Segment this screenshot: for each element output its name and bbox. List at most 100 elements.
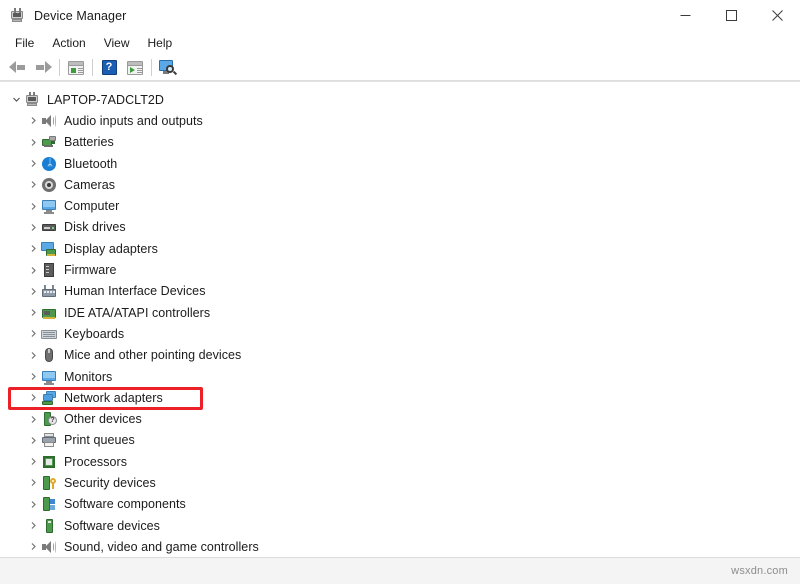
- tree-item-display-adapters[interactable]: Display adapters: [0, 238, 800, 259]
- chevron-right-icon[interactable]: [26, 372, 41, 381]
- chevron-right-icon[interactable]: [26, 329, 41, 338]
- help-button[interactable]: ?: [96, 56, 122, 79]
- tree-item-print-queues[interactable]: Print queues: [0, 430, 800, 451]
- scan-monitor-icon: [159, 60, 177, 76]
- properties-button[interactable]: [63, 56, 89, 79]
- speaker-icon: [41, 539, 57, 555]
- close-button[interactable]: [754, 0, 800, 31]
- tree-item-human-interface-devices[interactable]: Human Interface Devices: [0, 281, 800, 302]
- back-button[interactable]: [4, 56, 30, 79]
- toolbar-separator-1: [59, 59, 60, 76]
- computer-icon: [24, 92, 40, 108]
- tree-item-cameras[interactable]: Cameras: [0, 174, 800, 195]
- chevron-right-icon[interactable]: [26, 500, 41, 509]
- tree-item-batteries[interactable]: Batteries: [0, 132, 800, 153]
- maximize-button[interactable]: [708, 0, 754, 31]
- tree-item-monitors[interactable]: Monitors: [0, 366, 800, 387]
- network-adapter-icon: [41, 390, 57, 406]
- tree-item-firmware[interactable]: Firmware: [0, 259, 800, 280]
- back-arrow-icon: [9, 61, 26, 74]
- window-controls: [662, 0, 800, 31]
- tree-item-security-devices[interactable]: Security devices: [0, 472, 800, 493]
- chevron-right-icon[interactable]: [26, 180, 41, 189]
- chevron-down-icon[interactable]: [9, 95, 24, 104]
- toolbar-separator-2: [92, 59, 93, 76]
- tree-item-label: Audio inputs and outputs: [64, 114, 203, 128]
- tree-item-processors[interactable]: Processors: [0, 451, 800, 472]
- title-bar-left: Device Manager: [0, 0, 662, 31]
- device-manager-icon: [9, 8, 25, 24]
- help-icon: ?: [102, 60, 117, 75]
- forward-button[interactable]: [30, 56, 56, 79]
- tree-item-label: Bluetooth: [64, 157, 117, 171]
- tree-item-label: Sound, video and game controllers: [64, 540, 259, 554]
- menu-item-file[interactable]: File: [6, 33, 43, 54]
- tree-item-keyboards[interactable]: Keyboards: [0, 323, 800, 344]
- menu-item-action[interactable]: Action: [43, 33, 94, 54]
- tree-item-ide-ata-atapi-controllers[interactable]: IDE ATA/ATAPI controllers: [0, 302, 800, 323]
- chevron-right-icon[interactable]: [26, 308, 41, 317]
- tree-item-disk-drives[interactable]: Disk drives: [0, 217, 800, 238]
- tree-item-computer[interactable]: Computer: [0, 195, 800, 216]
- minimize-button[interactable]: [662, 0, 708, 31]
- tree-root-label: LAPTOP-7ADCLT2D: [47, 93, 164, 107]
- tree-item-label: Software devices: [64, 519, 160, 533]
- tree-item-bluetooth[interactable]: ᛦ Bluetooth: [0, 153, 800, 174]
- tree-item-label: Human Interface Devices: [64, 284, 206, 298]
- battery-icon: [41, 134, 57, 150]
- update-driver-icon: [127, 61, 143, 75]
- tree-item-label: Print queues: [64, 433, 135, 447]
- update-driver-button[interactable]: [122, 56, 148, 79]
- mouse-icon: [41, 347, 57, 363]
- toolbar: ?: [0, 55, 800, 81]
- chevron-right-icon[interactable]: [26, 223, 41, 232]
- tree-item-label: Cameras: [64, 178, 115, 192]
- chevron-right-icon[interactable]: [26, 287, 41, 296]
- tree-item-network-adapters[interactable]: Network adapters: [0, 387, 800, 408]
- chevron-right-icon[interactable]: [26, 159, 41, 168]
- tree-item-mice-and-other-pointing-devices[interactable]: Mice and other pointing devices: [0, 345, 800, 366]
- camera-icon: [41, 177, 57, 193]
- ide-controller-icon: [41, 305, 57, 321]
- printer-icon: [41, 432, 57, 448]
- tree-item-other-devices[interactable]: ?Other devices: [0, 408, 800, 429]
- processor-icon: [41, 454, 57, 470]
- menu-item-view[interactable]: View: [95, 33, 139, 54]
- chevron-right-icon[interactable]: [26, 457, 41, 466]
- tree-item-label: Display adapters: [64, 242, 158, 256]
- chevron-right-icon[interactable]: [26, 244, 41, 253]
- tree-item-software-components[interactable]: Software components: [0, 494, 800, 515]
- tree-children: Audio inputs and outputs Batteries ᛦ Blueto…: [0, 110, 800, 557]
- tree-item-audio-inputs-and-outputs[interactable]: Audio inputs and outputs: [0, 110, 800, 131]
- chevron-right-icon[interactable]: [26, 351, 41, 360]
- chevron-right-icon[interactable]: [26, 266, 41, 275]
- disk-drive-icon: [41, 219, 57, 235]
- chevron-right-icon[interactable]: [26, 415, 41, 424]
- tree-item-software-devices[interactable]: Software devices: [0, 515, 800, 536]
- chevron-right-icon[interactable]: [26, 521, 41, 530]
- tree-item-label: Software components: [64, 497, 186, 511]
- scan-hardware-changes-button[interactable]: [155, 56, 181, 79]
- chevron-right-icon[interactable]: [26, 436, 41, 445]
- chevron-right-icon[interactable]: [26, 116, 41, 125]
- speaker-icon: [41, 113, 57, 129]
- tree-item-label: Batteries: [64, 135, 114, 149]
- device-tree[interactable]: LAPTOP-7ADCLT2D Audio inputs and outputs…: [0, 81, 800, 557]
- window-title: Device Manager: [34, 9, 126, 23]
- chevron-right-icon[interactable]: [26, 478, 41, 487]
- chevron-right-icon[interactable]: [26, 202, 41, 211]
- tree-root-item[interactable]: LAPTOP-7ADCLT2D: [0, 89, 800, 110]
- menu-item-help[interactable]: Help: [139, 33, 182, 54]
- tree-item-label: Network adapters: [64, 391, 163, 405]
- toolbar-separator-3: [151, 59, 152, 76]
- device-manager-window: Device Manager File Action View Help: [0, 0, 800, 584]
- tree-item-label: Security devices: [64, 476, 156, 490]
- bluetooth-icon: ᛦ: [41, 156, 57, 172]
- tree-item-sound-video-and-game-controllers[interactable]: Sound, video and game controllers: [0, 536, 800, 557]
- security-device-icon: [41, 475, 57, 491]
- chevron-right-icon[interactable]: [26, 542, 41, 551]
- menu-bar: File Action View Help: [0, 31, 800, 55]
- chevron-right-icon[interactable]: [26, 138, 41, 147]
- tree-item-label: Disk drives: [64, 220, 126, 234]
- chevron-right-icon[interactable]: [26, 393, 41, 402]
